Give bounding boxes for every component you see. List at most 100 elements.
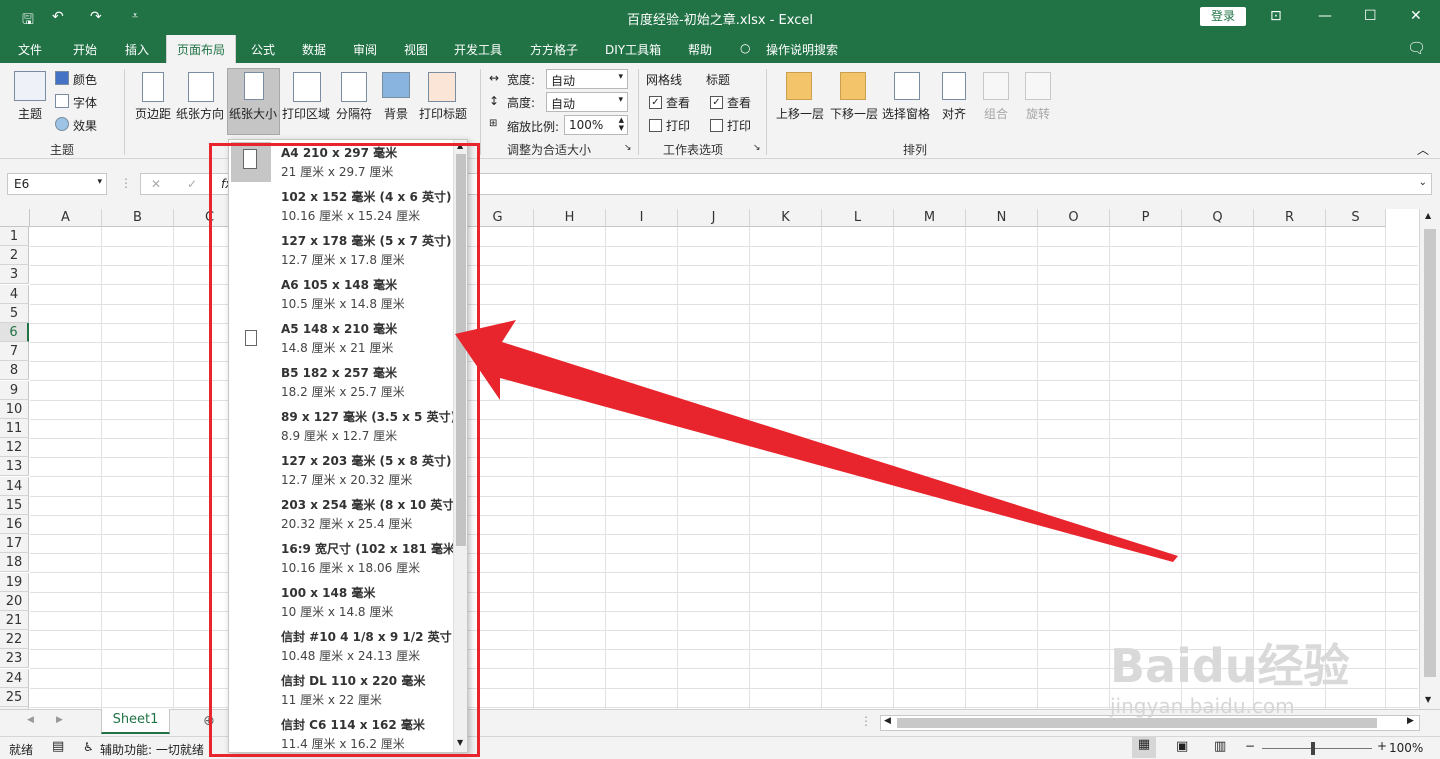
sheet-tab-sheet1[interactable]: Sheet1: [101, 709, 170, 734]
rotate-button[interactable]: 旋转: [1026, 105, 1050, 122]
headings-view-checkbox[interactable]: ✓: [710, 96, 723, 109]
row-header-6[interactable]: 6: [0, 323, 29, 342]
row-header-4[interactable]: 4: [0, 284, 29, 304]
column-header-i[interactable]: I: [606, 209, 678, 227]
tab-help[interactable]: 帮助: [688, 41, 712, 58]
column-header-q[interactable]: Q: [1182, 209, 1254, 227]
scroll-tabs-right-icon[interactable]: ▶: [56, 715, 63, 725]
gridlines-print-checkbox[interactable]: [649, 119, 662, 132]
scroll-right-icon[interactable]: ▶: [1407, 716, 1414, 726]
row-header-8[interactable]: 8: [0, 361, 29, 381]
margins-button[interactable]: 页边距: [135, 105, 171, 122]
normal-view-icon[interactable]: ▦: [1132, 737, 1156, 758]
row-header-19[interactable]: 19: [0, 572, 29, 592]
row-header-16[interactable]: 16: [0, 515, 29, 534]
spinner-arrows-icon[interactable]: ▲ ▼: [619, 116, 624, 132]
zoom-slider[interactable]: [1262, 748, 1372, 749]
themes-icon[interactable]: [14, 71, 46, 101]
column-header-p[interactable]: P: [1110, 209, 1182, 227]
row-header-7[interactable]: 7: [0, 342, 29, 362]
row-header-9[interactable]: 9: [0, 380, 29, 400]
row-header-13[interactable]: 13: [0, 457, 29, 477]
effects-button[interactable]: 效果: [73, 117, 97, 134]
column-header-l[interactable]: L: [822, 209, 894, 227]
cancel-icon[interactable]: ✕: [151, 177, 161, 191]
tab-diy-toolbox[interactable]: DIY工具箱: [605, 41, 661, 58]
row-header-23[interactable]: 23: [0, 649, 29, 669]
fonts-button[interactable]: 字体: [73, 94, 97, 111]
scroll-thumb[interactable]: [897, 718, 1377, 728]
collapse-ribbon-icon[interactable]: ︿: [1417, 141, 1429, 158]
send-backward-button[interactable]: 下移一层: [830, 105, 878, 122]
align-button[interactable]: 对齐: [942, 105, 966, 122]
row-header-3[interactable]: 3: [0, 265, 29, 285]
column-header-a[interactable]: A: [30, 209, 102, 227]
macro-record-icon[interactable]: ▤: [52, 739, 64, 754]
comment-icon[interactable]: 🗨: [1407, 39, 1426, 57]
column-header-b[interactable]: B: [102, 209, 174, 227]
row-header-17[interactable]: 17: [0, 534, 29, 554]
height-select[interactable]: 自动 ▾: [546, 92, 628, 112]
enter-icon[interactable]: ✓: [187, 177, 197, 191]
row-header-11[interactable]: 11: [0, 419, 29, 438]
tab-view[interactable]: 视图: [404, 41, 428, 58]
scroll-up-icon[interactable]: ▲: [1425, 211, 1431, 220]
row-header-24[interactable]: 24: [0, 668, 29, 688]
themes-button-label[interactable]: 主题: [18, 105, 42, 122]
column-header-n[interactable]: N: [966, 209, 1038, 227]
tab-data[interactable]: 数据: [302, 41, 326, 58]
zoom-slider-thumb[interactable]: [1311, 742, 1315, 755]
dialog-launcher-icon[interactable]: ↘: [624, 143, 632, 153]
colors-button[interactable]: 颜色: [73, 71, 97, 88]
row-header-21[interactable]: 21: [0, 611, 29, 630]
accessibility-icon[interactable]: ♿: [83, 740, 94, 754]
dialog-launcher-icon[interactable]: ↘: [753, 143, 761, 153]
select-all-button[interactable]: [0, 209, 30, 227]
scroll-tabs-left-icon[interactable]: ◀: [27, 715, 34, 725]
row-header-22[interactable]: 22: [0, 630, 29, 650]
row-header-1[interactable]: 1: [0, 227, 29, 246]
scroll-thumb[interactable]: [1424, 229, 1436, 677]
column-header-o[interactable]: O: [1038, 209, 1110, 227]
print-titles-button[interactable]: 打印标题: [419, 105, 467, 122]
zoom-in-icon[interactable]: +: [1377, 739, 1387, 753]
column-header-k[interactable]: K: [750, 209, 822, 227]
column-header-m[interactable]: M: [894, 209, 966, 227]
row-header-14[interactable]: 14: [0, 476, 29, 496]
login-button[interactable]: 登录: [1200, 7, 1246, 26]
tab-formulas[interactable]: 公式: [251, 41, 275, 58]
column-header-r[interactable]: R: [1254, 209, 1326, 227]
vertical-scrollbar[interactable]: ▲ ▼: [1419, 209, 1440, 709]
tab-developer[interactable]: 开发工具: [454, 41, 502, 58]
tab-page-layout[interactable]: 页面布局: [166, 35, 237, 63]
breaks-button[interactable]: 分隔符: [336, 105, 372, 122]
scroll-down-icon[interactable]: ▼: [1425, 695, 1431, 704]
selection-pane-button[interactable]: 选择窗格: [882, 105, 930, 122]
row-header-5[interactable]: 5: [0, 303, 29, 323]
bring-forward-button[interactable]: 上移一层: [776, 105, 824, 122]
page-break-view-icon[interactable]: ▥: [1214, 739, 1226, 754]
maximize-icon[interactable]: ☐: [1364, 8, 1377, 24]
gridlines-view-checkbox[interactable]: ✓: [649, 96, 662, 109]
row-header-10[interactable]: 10: [0, 399, 29, 419]
name-box[interactable]: E6 ▾: [7, 173, 107, 195]
print-area-button[interactable]: 打印区域: [282, 105, 330, 122]
minimize-icon[interactable]: —: [1318, 8, 1332, 24]
row-header-2[interactable]: 2: [0, 246, 29, 266]
close-icon[interactable]: ✕: [1410, 8, 1422, 24]
tab-insert[interactable]: 插入: [125, 41, 149, 58]
tab-file[interactable]: 文件: [18, 41, 42, 58]
headings-print-checkbox[interactable]: [710, 119, 723, 132]
zoom-out-icon[interactable]: −: [1245, 739, 1255, 753]
column-header-j[interactable]: J: [678, 209, 750, 227]
accessibility-status[interactable]: 辅助功能: 一切就绪: [100, 741, 204, 758]
zoom-level[interactable]: 100%: [1389, 741, 1423, 755]
tab-home[interactable]: 开始: [73, 41, 97, 58]
width-select[interactable]: 自动 ▾: [546, 69, 628, 89]
row-header-25[interactable]: 25: [0, 687, 29, 707]
tab-review[interactable]: 审阅: [353, 41, 377, 58]
scale-spinner[interactable]: 100% ▲ ▼: [564, 115, 628, 135]
column-header-h[interactable]: H: [534, 209, 606, 227]
page-layout-view-icon[interactable]: ▣: [1176, 739, 1188, 754]
group-objects-button[interactable]: 组合: [984, 105, 1008, 122]
